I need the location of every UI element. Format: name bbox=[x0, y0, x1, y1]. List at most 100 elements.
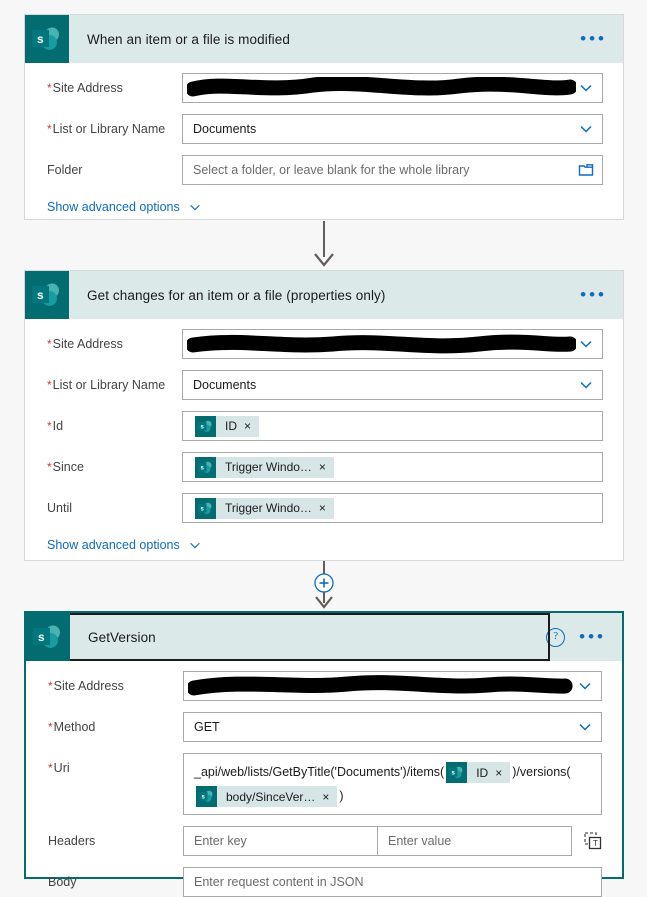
card-header-actions: ? ••• bbox=[546, 627, 622, 647]
list-library-dropdown[interactable]: Documents bbox=[182, 114, 603, 144]
card-body-get-version: *Site Address *Method GET *Uri _api/web/… bbox=[26, 661, 622, 897]
token-label: Trigger Windo… bbox=[225, 460, 312, 474]
label-list-library-name: *List or Library Name bbox=[47, 122, 166, 136]
uri-input[interactable]: _api/web/lists/GetByTitle('Documents')/i… bbox=[183, 753, 602, 816]
header-value-input[interactable]: Enter value bbox=[378, 826, 572, 857]
show-advanced-options-label: Show advanced options bbox=[47, 538, 180, 552]
close-icon[interactable]: × bbox=[319, 501, 334, 515]
dynamic-token-since-version[interactable]: s body/SinceVer… × bbox=[196, 785, 338, 809]
uri-text-segment: )/versions( bbox=[512, 765, 571, 779]
show-advanced-options-get-changes[interactable]: Show advanced options bbox=[25, 534, 623, 552]
row-folder: Folder Select a folder, or leave blank f… bbox=[25, 155, 623, 185]
required-asterisk: * bbox=[47, 378, 52, 392]
required-asterisk: * bbox=[47, 81, 52, 95]
label-since: *Since bbox=[47, 460, 84, 474]
card-title-get-version: GetVersion bbox=[88, 629, 156, 645]
redaction-mark bbox=[187, 77, 576, 99]
sharepoint-icon: s bbox=[195, 415, 216, 437]
chevron-down-icon[interactable] bbox=[578, 377, 594, 393]
action-card-trigger[interactable]: s When an item or a file is modified •••… bbox=[24, 14, 624, 220]
dynamic-token-trigger-window-start[interactable]: s Trigger Windo… × bbox=[195, 456, 334, 478]
required-asterisk: * bbox=[48, 679, 53, 693]
card-menu-icon[interactable]: ••• bbox=[579, 628, 606, 645]
close-icon[interactable]: × bbox=[244, 419, 259, 433]
method-dropdown[interactable]: GET bbox=[183, 712, 602, 742]
chevron-down-icon[interactable] bbox=[578, 121, 594, 137]
help-icon[interactable]: ? bbox=[546, 627, 566, 647]
required-asterisk: * bbox=[47, 337, 52, 351]
row-uri: *Uri _api/web/lists/GetByTitle('Document… bbox=[26, 753, 622, 816]
card-header-get-version[interactable]: s GetVersion ? ••• bbox=[26, 613, 622, 661]
close-icon[interactable]: × bbox=[319, 460, 334, 474]
row-method: *Method GET bbox=[26, 712, 622, 742]
card-menu-icon[interactable]: ••• bbox=[580, 30, 607, 47]
sharepoint-icon: s bbox=[25, 15, 69, 63]
card-header-trigger[interactable]: s When an item or a file is modified ••• bbox=[25, 15, 623, 63]
label-folder: Folder bbox=[47, 163, 83, 177]
uri-text-segment: ) bbox=[339, 789, 344, 804]
token-label: Trigger Windo… bbox=[225, 501, 312, 515]
headers-key-value-pair: Enter key Enter value T bbox=[183, 826, 602, 857]
svg-text:T: T bbox=[593, 839, 598, 848]
chevron-down-icon[interactable] bbox=[577, 678, 593, 694]
close-icon[interactable]: × bbox=[495, 761, 510, 785]
card-title-get-changes: Get changes for an item or a file (prope… bbox=[87, 287, 386, 303]
until-field[interactable]: s Trigger Windo… × bbox=[182, 493, 603, 523]
required-asterisk: * bbox=[48, 720, 53, 734]
body-input[interactable]: Enter request content in JSON bbox=[183, 867, 602, 897]
required-asterisk: * bbox=[48, 761, 53, 775]
body-placeholder: Enter request content in JSON bbox=[194, 875, 364, 890]
close-icon[interactable]: × bbox=[322, 785, 337, 809]
sharepoint-icon: s bbox=[195, 497, 216, 519]
header-key-input[interactable]: Enter key bbox=[183, 826, 378, 857]
row-list-library-name: *List or Library Name Documents bbox=[25, 370, 623, 400]
chevron-down-icon[interactable] bbox=[577, 719, 593, 735]
redaction-mark bbox=[188, 675, 575, 697]
list-library-dropdown[interactable]: Documents bbox=[182, 370, 603, 400]
method-value: GET bbox=[194, 720, 220, 734]
chevron-down-icon[interactable] bbox=[578, 80, 594, 96]
site-address-dropdown[interactable] bbox=[182, 329, 603, 359]
list-library-value: Documents bbox=[193, 122, 257, 136]
since-field[interactable]: s Trigger Windo… × bbox=[182, 452, 603, 482]
label-list-library-name: *List or Library Name bbox=[47, 378, 166, 392]
required-asterisk: * bbox=[47, 122, 52, 136]
label-until: Until bbox=[47, 501, 73, 515]
card-header-actions: ••• bbox=[580, 286, 623, 303]
card-header-get-changes[interactable]: s Get changes for an item or a file (pro… bbox=[25, 271, 623, 319]
sharepoint-icon: s bbox=[196, 786, 217, 808]
sharepoint-icon: s bbox=[26, 613, 70, 661]
text-mode-icon[interactable]: T bbox=[584, 832, 602, 850]
row-list-library-name: *List or Library Name Documents bbox=[25, 114, 623, 144]
label-id: *Id bbox=[47, 419, 64, 433]
card-menu-icon[interactable]: ••• bbox=[580, 286, 607, 303]
row-since: *Since s Trigger Windo… × bbox=[25, 452, 623, 482]
token-label: body/SinceVer… bbox=[226, 789, 316, 804]
row-headers: Headers Enter key Enter value T bbox=[26, 826, 622, 857]
folder-placeholder: Select a folder, or leave blank for the … bbox=[193, 163, 470, 177]
dynamic-token-id[interactable]: s ID × bbox=[446, 761, 511, 785]
show-advanced-options-trigger[interactable]: Show advanced options bbox=[25, 196, 623, 214]
action-card-get-changes[interactable]: s Get changes for an item or a file (pro… bbox=[24, 270, 624, 561]
dynamic-token-trigger-window-end[interactable]: s Trigger Windo… × bbox=[195, 497, 334, 519]
folder-icon[interactable] bbox=[578, 162, 594, 178]
site-address-dropdown[interactable] bbox=[183, 671, 602, 701]
folder-field[interactable]: Select a folder, or leave blank for the … bbox=[182, 155, 603, 185]
row-site-address: *Site Address bbox=[25, 73, 623, 103]
chevron-down-icon[interactable] bbox=[578, 336, 594, 352]
row-body: Body Enter request content in JSON bbox=[26, 867, 622, 897]
dynamic-token-id[interactable]: s ID × bbox=[195, 415, 260, 437]
card-title-trigger: When an item or a file is modified bbox=[87, 31, 290, 47]
action-card-get-version[interactable]: s GetVersion ? ••• *Site Address *Method… bbox=[24, 611, 624, 897]
add-step-button[interactable] bbox=[311, 574, 347, 610]
site-address-dropdown[interactable] bbox=[182, 73, 603, 103]
label-site-address: *Site Address bbox=[47, 81, 123, 95]
required-asterisk: * bbox=[47, 460, 52, 474]
svg-text:s: s bbox=[38, 630, 45, 644]
svg-text:s: s bbox=[37, 32, 44, 46]
chevron-down-icon bbox=[189, 204, 200, 211]
header-key-placeholder: Enter key bbox=[194, 834, 247, 849]
id-field[interactable]: s ID × bbox=[182, 411, 603, 441]
label-body: Body bbox=[48, 875, 77, 890]
card-header-actions: ••• bbox=[580, 30, 623, 47]
